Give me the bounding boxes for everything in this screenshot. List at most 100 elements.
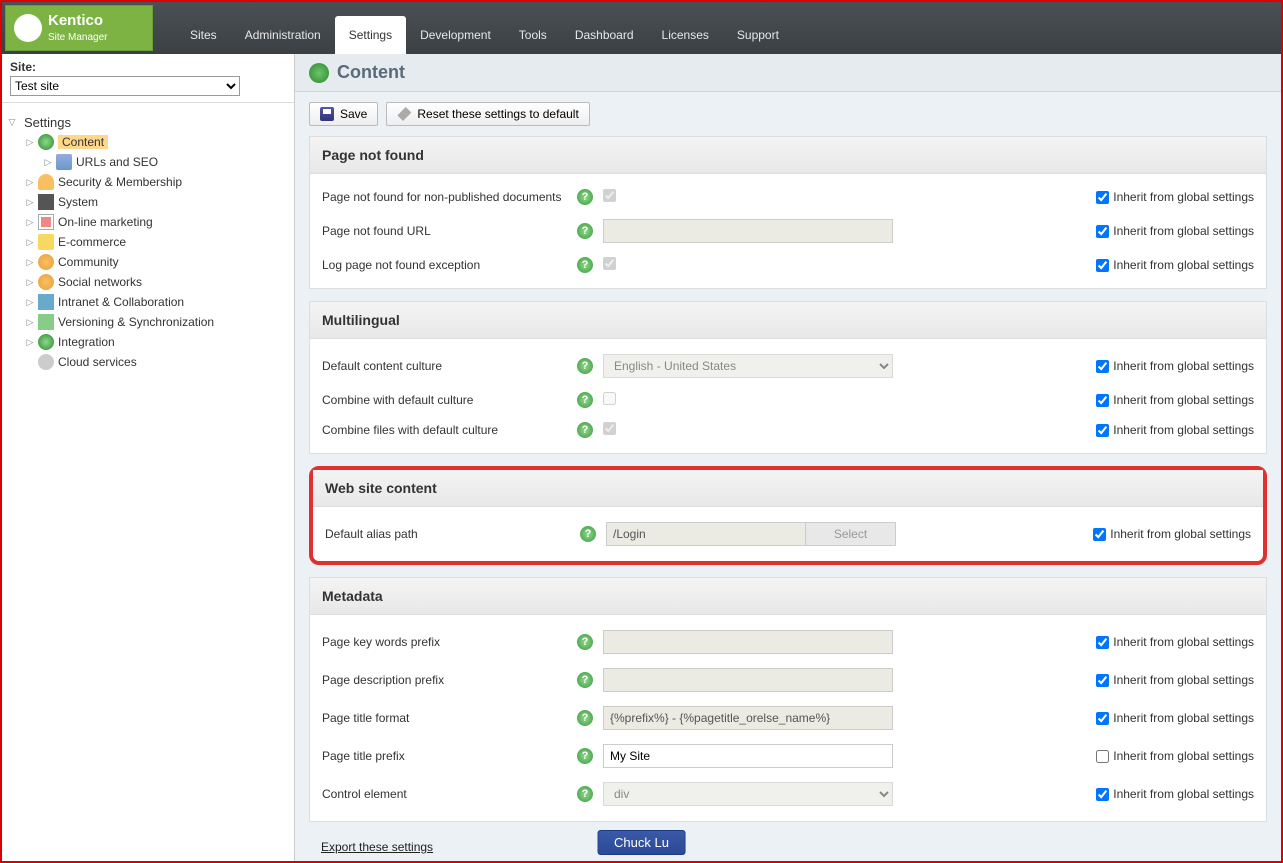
site-select[interactable]: Test site <box>10 76 240 96</box>
tree-item-urls-and-seo[interactable]: ▷URLs and SEO <box>24 152 290 172</box>
help-icon[interactable]: ? <box>577 710 593 726</box>
help-icon[interactable]: ? <box>577 422 593 438</box>
setting-row: Default alias path?SelectInherit from gl… <box>313 515 1263 553</box>
setting-label: Page description prefix <box>322 673 577 687</box>
tree-root[interactable]: ▽ Settings <box>6 113 290 132</box>
expand-icon: ▷ <box>24 337 36 348</box>
top-navbar: Kentico Site Manager SitesAdministration… <box>2 2 1281 54</box>
inherit-label: Inherit from global settings <box>1113 787 1254 801</box>
inherit-checkbox[interactable] <box>1093 528 1106 541</box>
setting-row: Page description prefix?Inherit from glo… <box>310 661 1266 699</box>
help-icon[interactable]: ? <box>580 526 596 542</box>
nav-dashboard[interactable]: Dashboard <box>561 16 648 54</box>
help-icon[interactable]: ? <box>577 786 593 802</box>
nav-development[interactable]: Development <box>406 16 505 54</box>
i-int-icon <box>38 334 54 350</box>
inherit-checkbox[interactable] <box>1096 191 1109 204</box>
setting-row: Default content culture?English - United… <box>310 347 1266 385</box>
inherit-block: Inherit from global settings <box>1093 527 1251 541</box>
expand-icon: ▷ <box>24 177 36 188</box>
export-link[interactable]: Export these settings <box>321 840 433 854</box>
help-icon[interactable]: ? <box>577 672 593 688</box>
help-icon[interactable]: ? <box>577 189 593 205</box>
expand-icon: ▷ <box>24 317 36 328</box>
nav-tools[interactable]: Tools <box>505 16 561 54</box>
section-header: Metadata <box>310 578 1266 615</box>
help-icon[interactable]: ? <box>577 223 593 239</box>
setting-label: Page title prefix <box>322 749 577 763</box>
expand-icon: ▷ <box>24 197 36 208</box>
tree-label: Community <box>58 255 119 269</box>
inherit-checkbox[interactable] <box>1096 225 1109 238</box>
tree-item-on-line-marketing[interactable]: ▷On-line marketing <box>24 212 290 232</box>
tree-item-system[interactable]: ▷System <box>24 192 290 212</box>
help-icon[interactable]: ? <box>577 392 593 408</box>
section-web-site-content: Web site contentDefault alias path?Selec… <box>309 466 1267 565</box>
inherit-checkbox[interactable] <box>1096 394 1109 407</box>
help-icon[interactable]: ? <box>577 634 593 650</box>
tree-item-content[interactable]: ▷Content <box>24 132 290 152</box>
tree-item-cloud-services[interactable]: Cloud services <box>24 352 290 372</box>
brand-logo[interactable]: Kentico Site Manager <box>5 5 153 51</box>
inherit-label: Inherit from global settings <box>1113 224 1254 238</box>
inherit-checkbox[interactable] <box>1096 636 1109 649</box>
inherit-block: Inherit from global settings <box>1096 224 1254 238</box>
setting-row: Page title prefix?Inherit from global se… <box>310 737 1266 775</box>
nav-administration[interactable]: Administration <box>231 16 335 54</box>
wrench-icon <box>397 107 411 121</box>
content-area: Content Save Reset these settings to def… <box>295 54 1281 861</box>
help-icon[interactable]: ? <box>577 748 593 764</box>
expand-icon: ▷ <box>24 237 36 248</box>
tree-label: Content <box>58 135 108 149</box>
setting-input <box>603 630 893 654</box>
setting-label: Control element <box>322 787 577 801</box>
tree-label: Cloud services <box>58 355 137 369</box>
help-icon[interactable]: ? <box>577 257 593 273</box>
nav-settings[interactable]: Settings <box>335 16 406 54</box>
help-icon[interactable]: ? <box>577 358 593 374</box>
setting-row: Log page not found exception?Inherit fro… <box>310 250 1266 280</box>
nav-sites[interactable]: Sites <box>176 16 231 54</box>
inherit-checkbox[interactable] <box>1096 712 1109 725</box>
i-ver-icon <box>38 314 54 330</box>
main-nav: SitesAdministrationSettingsDevelopmentTo… <box>156 2 793 54</box>
setting-checkbox <box>603 189 616 202</box>
watermark: Chuck Lu <box>597 830 686 855</box>
inherit-block: Inherit from global settings <box>1096 423 1254 437</box>
inherit-label: Inherit from global settings <box>1113 258 1254 272</box>
i-soc-icon <box>38 274 54 290</box>
nav-support[interactable]: Support <box>723 16 793 54</box>
section-metadata: MetadataPage key words prefix?Inherit fr… <box>309 577 1267 822</box>
setting-input[interactable] <box>603 744 893 768</box>
inherit-block: Inherit from global settings <box>1096 787 1254 801</box>
tree-item-social-networks[interactable]: ▷Social networks <box>24 272 290 292</box>
collapse-icon: ▽ <box>6 117 18 128</box>
tree-item-security-membership[interactable]: ▷Security & Membership <box>24 172 290 192</box>
inherit-label: Inherit from global settings <box>1113 190 1254 204</box>
reset-button[interactable]: Reset these settings to default <box>386 102 589 126</box>
tree-item-intranet-collaboration[interactable]: ▷Intranet & Collaboration <box>24 292 290 312</box>
tree-label: E-commerce <box>58 235 126 249</box>
inherit-checkbox[interactable] <box>1096 788 1109 801</box>
setting-checkbox <box>603 422 616 435</box>
setting-select: div <box>603 782 893 806</box>
inherit-block: Inherit from global settings <box>1096 711 1254 725</box>
setting-label: Page title format <box>322 711 577 725</box>
setting-row: Control element? div Inherit from global s… <box>310 775 1266 813</box>
inherit-checkbox[interactable] <box>1096 360 1109 373</box>
inherit-checkbox[interactable] <box>1096 259 1109 272</box>
tree-item-versioning-synchronization[interactable]: ▷Versioning & Synchronization <box>24 312 290 332</box>
inherit-checkbox[interactable] <box>1096 750 1109 763</box>
tree-item-e-commerce[interactable]: ▷ E-commerce <box>24 232 290 252</box>
tree-item-integration[interactable]: ▷ Integration <box>24 332 290 352</box>
save-button[interactable]: Save <box>309 102 378 126</box>
inherit-block: Inherit from global settings <box>1096 258 1254 272</box>
setting-row: Page not found for non-published documen… <box>310 182 1266 212</box>
nav-licenses[interactable]: Licenses <box>648 16 723 54</box>
tree-item-community[interactable]: ▷Community <box>24 252 290 272</box>
inherit-checkbox[interactable] <box>1096 424 1109 437</box>
i-cloud-icon <box>38 354 54 370</box>
tree-label: Integration <box>58 335 115 349</box>
setting-label: Default alias path <box>325 527 580 541</box>
inherit-checkbox[interactable] <box>1096 674 1109 687</box>
